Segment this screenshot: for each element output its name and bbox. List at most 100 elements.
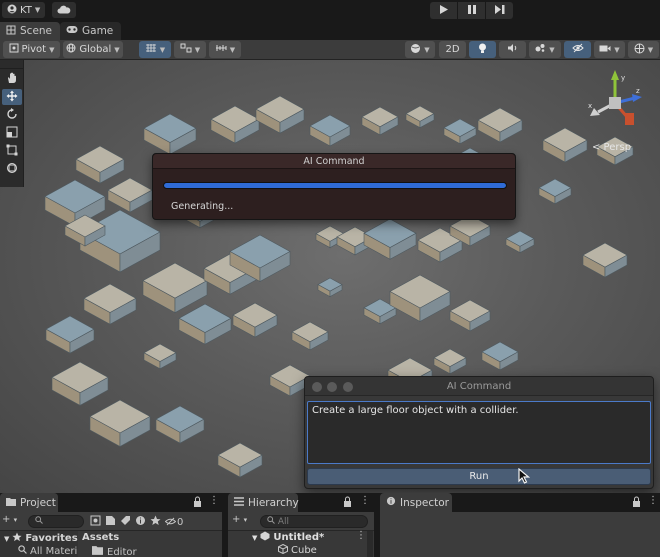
rotate-tool-button[interactable]: [2, 107, 22, 123]
hidden-packages-toggle[interactable]: 0: [164, 516, 183, 529]
scene-cube: [89, 399, 151, 448]
rect-icon: [6, 144, 18, 159]
tab-game[interactable]: Game: [60, 22, 122, 40]
chevron-down-icon: ▼: [647, 45, 654, 54]
audio-toggle[interactable]: [499, 41, 526, 58]
account-dropdown[interactable]: KT ▼: [2, 2, 46, 18]
chevron-down-icon: ▼: [49, 45, 55, 54]
scene-cube: [155, 405, 205, 444]
effects-dropdown[interactable]: ▼: [529, 41, 561, 58]
scene-name: Untitled*: [273, 532, 325, 543]
chevron-down-icon: ▼: [424, 45, 430, 54]
lighting-toggle[interactable]: [469, 41, 496, 58]
assets-header[interactable]: Assets: [82, 532, 119, 543]
hierarchy-scrollbar[interactable]: [367, 531, 373, 557]
favorites-column: ▼ Favorites All Materi: [0, 531, 78, 557]
lock-icon[interactable]: [632, 496, 641, 510]
hierarchy-item-cube[interactable]: Cube: [278, 543, 317, 557]
favorites-header[interactable]: ▼ Favorites: [4, 532, 78, 545]
scene-cube: [107, 177, 153, 213]
grid-icon: [6, 25, 16, 38]
move-tool-button[interactable]: [2, 89, 22, 105]
move-icon: [6, 90, 18, 105]
folder-icon: [6, 497, 16, 509]
tab-scene[interactable]: Scene: [0, 22, 61, 40]
grid-visibility-button[interactable]: ▼: [209, 41, 241, 58]
tab-project[interactable]: Project: [0, 493, 58, 512]
transform-tool-button[interactable]: [2, 161, 22, 177]
more-options-icon[interactable]: ⋮: [648, 495, 658, 506]
assets-column: Assets Editor: [80, 531, 222, 557]
hand-tool-button[interactable]: [2, 71, 22, 87]
filter-by-type-icon[interactable]: [90, 515, 101, 529]
inspector-body-top: [380, 512, 660, 531]
snap-increment-button[interactable]: ▼: [174, 41, 206, 58]
command-window-title: AI Command: [446, 381, 512, 392]
mode-2d-toggle[interactable]: 2D: [439, 41, 466, 58]
tool-palette-grip[interactable]: [0, 60, 23, 69]
folder-icon: [92, 546, 103, 557]
gizmos-dropdown[interactable]: ▼: [628, 41, 659, 58]
scene-cube: [45, 315, 95, 354]
command-window-titlebar[interactable]: AI Command: [305, 377, 653, 396]
cube-icon: [278, 543, 288, 557]
perspective-label[interactable]: < Persp: [592, 142, 631, 153]
info-icon[interactable]: [135, 515, 146, 529]
expand-arrow-icon: ▼: [252, 533, 258, 542]
draw-mode-dropdown[interactable]: ▼: [405, 41, 435, 58]
favorites-item[interactable]: All Materi: [18, 545, 77, 557]
grid-snap-button[interactable]: ▼: [139, 41, 171, 58]
lock-icon[interactable]: [193, 496, 202, 510]
step-button[interactable]: [486, 2, 513, 19]
scene-cube: [317, 277, 343, 298]
scene-cube: [255, 95, 305, 134]
scene-cube: [538, 178, 572, 205]
pivot-dropdown[interactable]: Pivot ▼: [3, 41, 60, 58]
svg-text:z: z: [636, 87, 640, 95]
scene-cube: [477, 107, 523, 143]
create-object-button[interactable]: + ▾: [232, 514, 247, 525]
cloud-button[interactable]: [52, 2, 76, 18]
project-search-input[interactable]: [28, 515, 84, 528]
pause-button[interactable]: [458, 2, 485, 19]
scene-cube: [75, 145, 125, 184]
star-icon[interactable]: [150, 515, 161, 529]
tag-icon[interactable]: [120, 515, 131, 529]
unity-scene-icon: [260, 531, 270, 544]
project-body: ▼ Favorites All Materi Assets Editor: [0, 531, 222, 557]
tab-hierarchy[interactable]: Hierarchy: [228, 493, 299, 512]
tab-inspector[interactable]: Inspector: [380, 493, 452, 512]
orientation-gizmo[interactable]: y z x: [580, 68, 650, 138]
cube-label: Cube: [291, 545, 317, 556]
search-icon: [35, 516, 43, 527]
hierarchy-search-input[interactable]: All: [260, 515, 368, 528]
rect-tool-button[interactable]: [2, 143, 22, 159]
scene-cube: [210, 105, 260, 144]
play-button[interactable]: [430, 2, 457, 19]
lock-icon[interactable]: [343, 496, 352, 510]
prompt-input[interactable]: [307, 401, 651, 464]
progress-bar: [163, 182, 507, 189]
more-options-icon[interactable]: ⋮: [360, 495, 370, 506]
asset-folder-editor[interactable]: Editor: [92, 546, 137, 557]
filter-by-label-icon[interactable]: [105, 515, 116, 529]
global-dropdown[interactable]: Global ▼: [63, 41, 123, 58]
gizmo-globe-icon: [634, 43, 645, 57]
add-asset-button[interactable]: + ▾: [2, 514, 17, 525]
scale-icon: [6, 126, 18, 141]
scene-row[interactable]: ▼ Untitled*: [252, 531, 324, 544]
pivot-icon: [9, 43, 19, 56]
chevron-down-icon: ▼: [614, 45, 620, 54]
favorites-item-label: All Materi: [30, 545, 78, 557]
scale-tool-button[interactable]: [2, 125, 22, 141]
scene-cube: [405, 105, 435, 129]
tool-palette: [0, 60, 24, 187]
more-options-icon[interactable]: ⋮: [209, 495, 219, 506]
scene-options-icon[interactable]: ⋮: [356, 530, 366, 541]
tab-project-label: Project: [20, 496, 56, 509]
scene-toolbar: Pivot ▼ Global ▼ ▼ ▼ ▼ ▼ 2D ▼ ▼ ▼: [0, 40, 660, 60]
info-icon: [386, 496, 396, 509]
camera-dropdown[interactable]: ▼: [594, 41, 625, 58]
scene-visibility-toggle[interactable]: [564, 41, 591, 58]
run-button[interactable]: Run: [307, 468, 651, 485]
